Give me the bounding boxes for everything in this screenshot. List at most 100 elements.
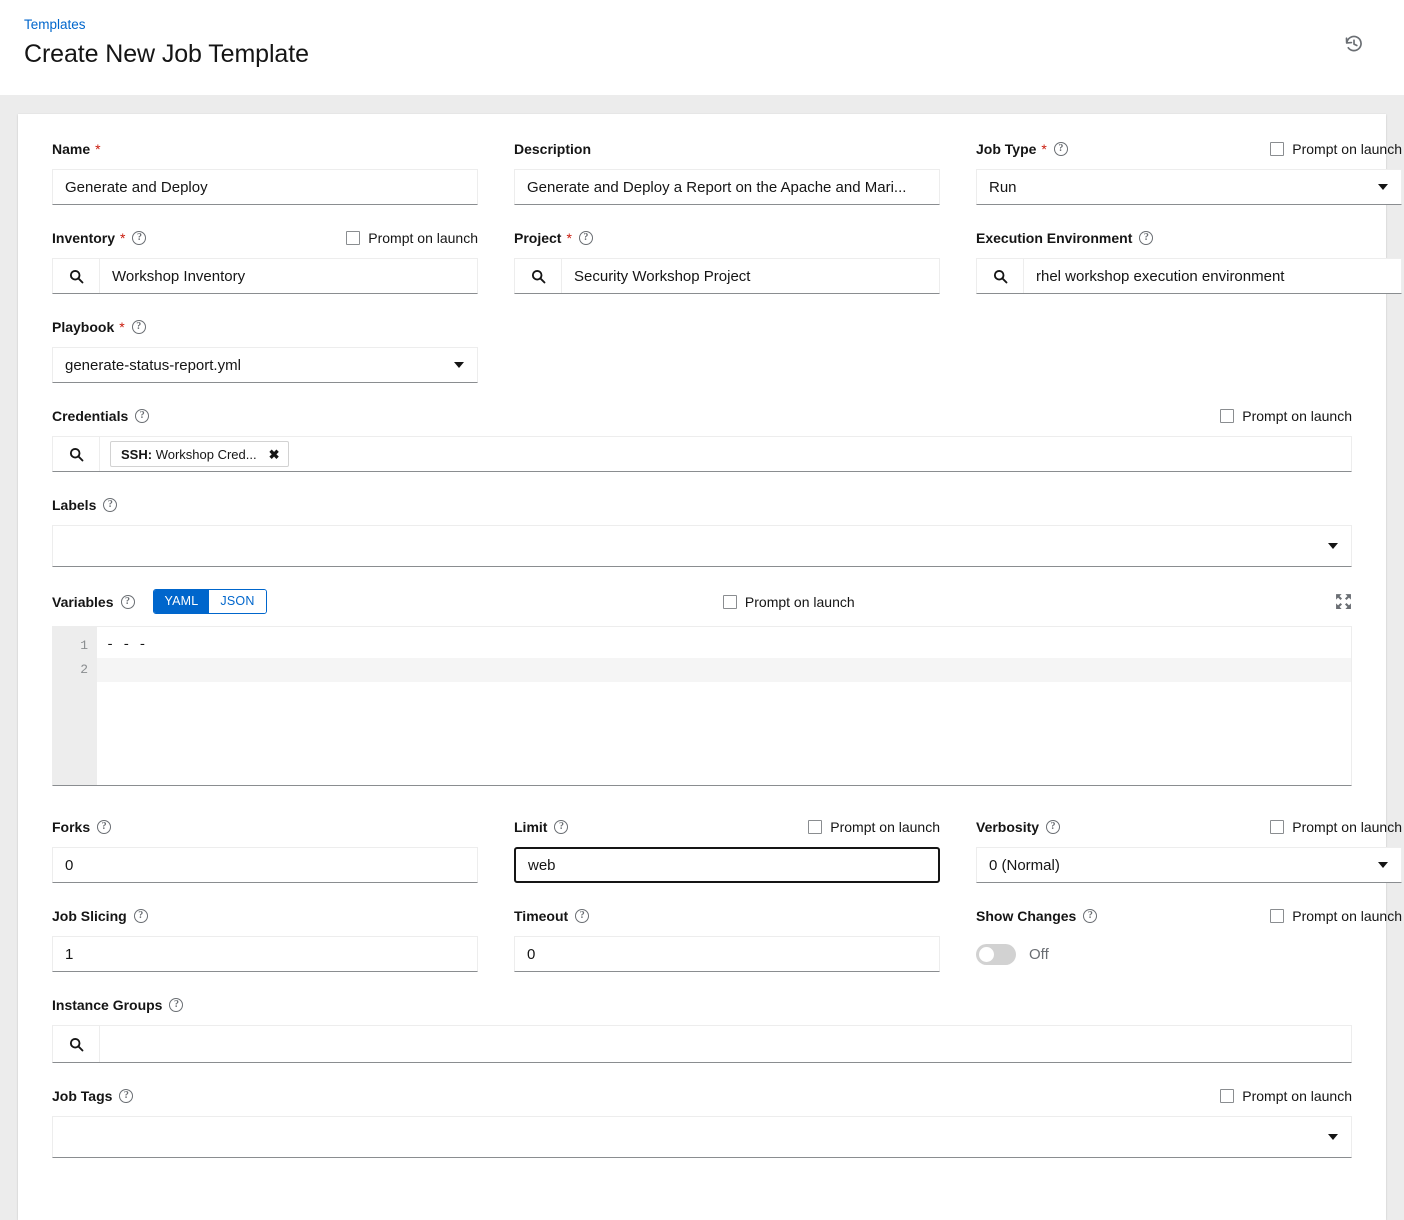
field-job-tags: Job Tags ? Prompt on launch: [52, 1085, 1352, 1159]
prompt-on-launch-credentials[interactable]: Prompt on launch: [1220, 408, 1352, 424]
help-icon-forks[interactable]: ?: [97, 820, 112, 835]
label-job-type: Job Type: [976, 141, 1037, 157]
search-icon-execution-environment[interactable]: [977, 259, 1024, 293]
variables-format-yaml[interactable]: YAML: [153, 590, 210, 614]
variables-editor[interactable]: 1 2 - - -: [52, 626, 1352, 787]
help-icon-credentials[interactable]: ?: [135, 409, 150, 423]
variables-format-json[interactable]: JSON: [209, 590, 266, 614]
field-execution-environment: Execution Environment ? rhel workshop ex…: [976, 227, 1402, 294]
help-icon-instance-groups[interactable]: ?: [169, 998, 184, 1013]
label-show-changes: Show Changes: [976, 908, 1077, 925]
required-marker-job-type: *: [1041, 141, 1047, 157]
execution-environment-lookup[interactable]: rhel workshop execution environment: [976, 258, 1402, 294]
prompt-label-job-type: Prompt on launch: [1292, 141, 1402, 157]
search-icon-instance-groups[interactable]: [53, 1026, 100, 1063]
verbosity-select[interactable]: 0 (Normal): [976, 847, 1402, 884]
field-verbosity: Verbosity ? Prompt on launch 0 (Normal): [976, 816, 1402, 884]
inventory-value[interactable]: Workshop Inventory: [100, 259, 477, 293]
editor-code-area[interactable]: - - -: [97, 627, 1351, 785]
help-icon-timeout[interactable]: ?: [575, 909, 590, 924]
job-tags-select[interactable]: [52, 1116, 1352, 1159]
expand-icon-variables[interactable]: [1335, 593, 1352, 610]
form-row-2: Inventory * ? Prompt on launch Workshop …: [52, 227, 1402, 294]
form-row-credentials: Credentials ? Prompt on launch SSH: Work…: [52, 405, 1352, 472]
label-credentials: Credentials: [52, 408, 129, 424]
checkbox-prompt-inventory[interactable]: [346, 231, 361, 245]
search-icon-inventory[interactable]: [53, 259, 100, 293]
help-icon-project[interactable]: ?: [578, 231, 593, 245]
field-credentials: Credentials ? Prompt on launch SSH: Work…: [52, 405, 1352, 472]
label-instance-groups: Instance Groups: [52, 997, 163, 1014]
execution-environment-value[interactable]: rhel workshop execution environment: [1024, 259, 1401, 293]
prompt-on-launch-show-changes[interactable]: Prompt on launch: [1270, 908, 1402, 924]
help-icon-limit[interactable]: ?: [554, 820, 569, 835]
prompt-on-launch-inventory[interactable]: Prompt on launch: [346, 230, 478, 246]
help-icon-playbook[interactable]: ?: [131, 320, 146, 334]
checkbox-prompt-job-tags[interactable]: [1220, 1089, 1235, 1104]
history-icon[interactable]: [1340, 30, 1368, 58]
code-line[interactable]: - - -: [97, 634, 1351, 658]
label-limit: Limit: [514, 819, 548, 836]
instance-groups-lookup[interactable]: [52, 1025, 1352, 1064]
playbook-select[interactable]: generate-status-report.yml: [52, 347, 478, 383]
project-lookup[interactable]: Security Workshop Project: [514, 258, 940, 294]
prompt-on-launch-variables[interactable]: Prompt on launch: [722, 594, 855, 610]
help-icon-inventory[interactable]: ?: [132, 231, 147, 245]
code-line[interactable]: [97, 658, 1351, 683]
credential-chip-name: Workshop Cred...: [155, 446, 257, 462]
inventory-lookup[interactable]: Workshop Inventory: [52, 258, 478, 294]
prompt-label-show-changes: Prompt on launch: [1292, 908, 1402, 925]
checkbox-prompt-show-changes[interactable]: [1270, 909, 1285, 924]
checkbox-prompt-variables[interactable]: [722, 594, 737, 609]
instance-groups-value[interactable]: [100, 1026, 1351, 1062]
help-icon-show-changes[interactable]: ?: [1083, 909, 1098, 924]
label-forks: Forks: [52, 819, 91, 836]
close-icon-credential-chip[interactable]: ✖: [269, 448, 280, 461]
variables-format-toggle[interactable]: YAML JSON: [152, 589, 267, 615]
editor-gutter: 1 2: [53, 627, 97, 786]
field-name: Name * Generate and Deploy: [52, 138, 478, 205]
checkbox-prompt-job-type[interactable]: [1270, 142, 1285, 156]
prompt-on-launch-verbosity[interactable]: Prompt on launch: [1270, 819, 1402, 835]
credentials-lookup[interactable]: SSH: Workshop Cred... ✖: [52, 436, 1352, 472]
timeout-input[interactable]: 0: [514, 936, 940, 973]
required-marker-name: *: [95, 141, 101, 157]
help-icon-variables[interactable]: ?: [120, 594, 135, 609]
job-type-value: Run: [989, 178, 1017, 196]
project-value[interactable]: Security Workshop Project: [562, 259, 939, 293]
help-icon-job-type[interactable]: ?: [1053, 142, 1068, 156]
credential-chip[interactable]: SSH: Workshop Cred... ✖: [110, 441, 289, 467]
required-marker-project: *: [566, 230, 572, 246]
help-icon-execution-environment[interactable]: ?: [1139, 231, 1154, 245]
job-type-select[interactable]: Run: [976, 169, 1402, 205]
field-labels: Labels ?: [52, 494, 1352, 567]
description-input[interactable]: Generate and Deploy a Report on the Apac…: [514, 169, 940, 205]
forks-input[interactable]: 0: [52, 847, 478, 884]
help-icon-labels[interactable]: ?: [103, 498, 118, 512]
field-variables: Variables ? YAML JSON Prompt on launch 1…: [52, 589, 1352, 787]
required-marker-playbook: *: [119, 319, 125, 335]
job-slicing-input[interactable]: 1: [52, 936, 478, 973]
checkbox-prompt-limit[interactable]: [808, 820, 823, 835]
breadcrumb-templates[interactable]: Templates: [24, 16, 86, 34]
help-icon-job-tags[interactable]: ?: [119, 1089, 134, 1104]
limit-input[interactable]: web: [514, 847, 940, 884]
chevron-down-icon-playbook: [454, 362, 464, 368]
checkbox-prompt-credentials[interactable]: [1220, 409, 1235, 423]
prompt-on-launch-limit[interactable]: Prompt on launch: [808, 819, 940, 835]
field-limit: Limit ? Prompt on launch web: [514, 816, 940, 884]
labels-select[interactable]: [52, 525, 1352, 567]
help-icon-job-slicing[interactable]: ?: [133, 909, 148, 924]
checkbox-prompt-verbosity[interactable]: [1270, 820, 1285, 835]
label-labels: Labels: [52, 497, 97, 513]
show-changes-toggle[interactable]: [976, 943, 1016, 965]
prompt-on-launch-job-tags[interactable]: Prompt on launch: [1220, 1088, 1352, 1104]
form-row-instance-groups: Instance Groups ?: [52, 994, 1352, 1064]
label-execution-environment: Execution Environment: [976, 230, 1133, 246]
search-icon-credentials[interactable]: [53, 437, 100, 471]
name-input[interactable]: Generate and Deploy: [52, 169, 478, 205]
form-row-labels: Labels ?: [52, 494, 1352, 567]
help-icon-verbosity[interactable]: ?: [1046, 820, 1061, 835]
search-icon-project[interactable]: [515, 259, 562, 293]
prompt-on-launch-job-type[interactable]: Prompt on launch: [1270, 141, 1402, 157]
